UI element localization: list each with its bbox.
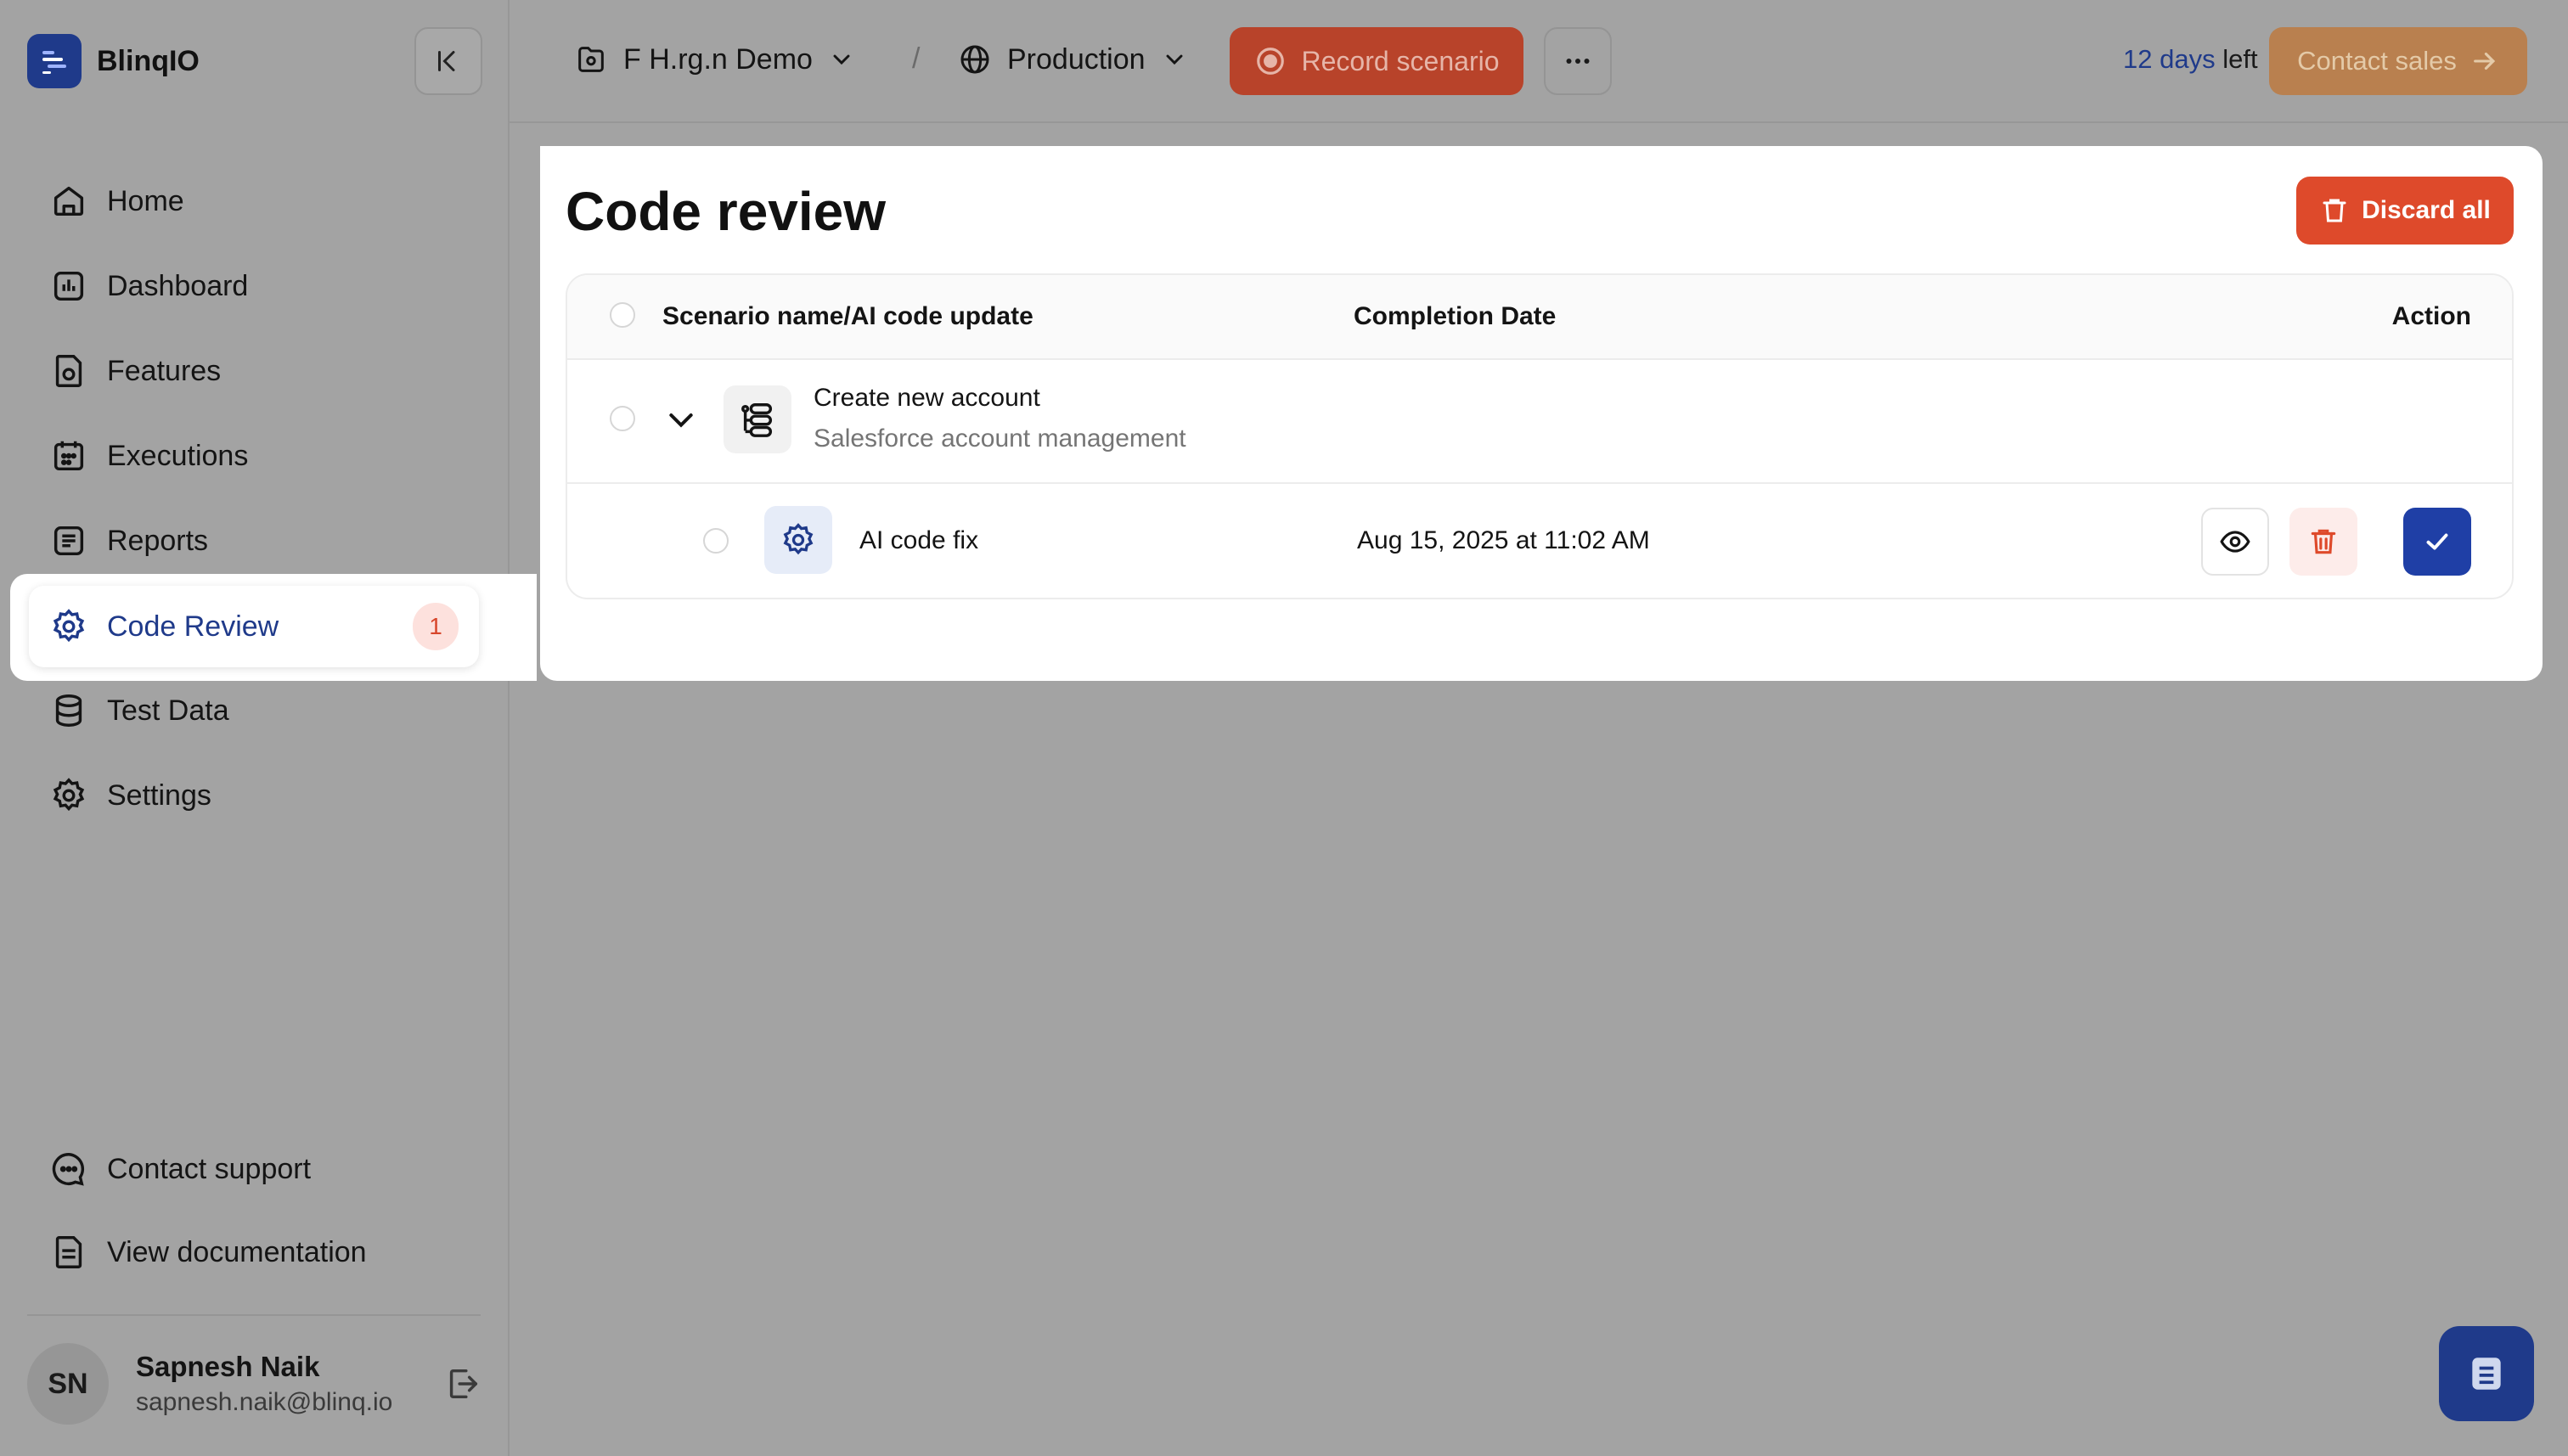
chat-widget-button[interactable] [2439,1326,2534,1421]
sidebar-item-reports[interactable]: Reports [49,521,208,560]
sidebar-item-features[interactable]: Features [49,351,221,391]
record-icon [1256,48,1284,75]
trial-suffix: left [2222,44,2258,74]
database-icon [55,694,82,727]
app-name: BlinqIO [97,44,200,77]
sidebar-item-executions[interactable]: Executions [49,436,248,475]
table-header: Scenario name/AI code update Completion … [567,275,2512,360]
column-scenario: Scenario name/AI code update [662,302,1033,330]
code-review-icon [53,609,85,643]
contact-support-label: Contact support [107,1152,312,1185]
trial-days-left: 12 days left [2123,44,2258,75]
globe-icon [960,45,989,74]
discard-all-label: Discard all [2362,196,2491,224]
sidebar-item-label: Home [107,184,184,217]
collapse-icon [438,51,455,71]
scenario-feature: Salesforce account management [814,424,1186,453]
update-date: Aug 15, 2025 at 11:02 AM [1357,526,1650,554]
discard-all-button[interactable]: Discard all [2296,177,2514,245]
record-label: Record scenario [1301,45,1500,76]
sidebar-item-label: Dashboard [107,269,249,302]
trash-icon [2323,199,2346,222]
chat-widget-icon [2472,1358,2501,1390]
collapse-sidebar-button[interactable] [414,27,482,95]
update-name: AI code fix [859,526,979,554]
column-action: Action [2391,302,2471,330]
chevron-down-icon [669,413,693,428]
project-selector[interactable]: F H.rg.n Demo [574,42,855,76]
sidebar-item-label: Test Data [107,694,229,727]
sidebar-item-dashboard[interactable]: Dashboard [49,267,248,306]
check-icon [2426,533,2448,550]
logout-button[interactable] [443,1364,482,1408]
sidebar-item-test-data[interactable]: Test Data [49,691,229,730]
sidebar-divider [27,1314,481,1316]
contact-sales-button[interactable]: Contact sales [2269,27,2527,95]
view-button[interactable] [2201,508,2269,576]
table-row-scenario[interactable]: Create new account Salesforce account ma… [567,358,2512,484]
chevron-down-icon [833,54,850,65]
more-icon [1566,59,1590,64]
project-name: F H.rg.n Demo [623,42,813,76]
scenario-icon-tile [724,385,791,453]
scenario-icon [741,403,773,437]
chevron-down-icon [1166,54,1183,65]
contact-sales-label: Contact sales [2297,46,2457,76]
breadcrumb-separator: / [912,42,921,75]
column-completion-date: Completion Date [1354,302,1557,330]
contact-support-link[interactable]: Contact support [49,1150,311,1189]
ai-fix-icon [783,523,814,555]
chat-icon [52,1153,85,1186]
eye-icon [2220,531,2250,553]
document-icon [55,1236,82,1268]
scenario-name: Create new account [814,384,1040,412]
record-scenario-button[interactable]: Record scenario [1230,27,1523,95]
sidebar-item-label: Settings [107,779,211,812]
trial-days: 12 days [2123,44,2216,74]
arrow-right-icon [2474,52,2496,70]
expand-toggle[interactable] [664,402,698,441]
sidebar-item-label: Features [107,354,222,387]
discard-button[interactable] [2289,508,2357,576]
view-documentation-label: View documentation [107,1235,367,1268]
sidebar-item-settings[interactable]: Settings [49,776,211,815]
table-row-update[interactable]: AI code fix Aug 15, 2025 at 11:02 AM [567,482,2512,598]
code-review-panel: Code review Discard all Scenario name/AI… [540,146,2543,681]
user-profile[interactable]: SN Sapnesh Naik sapnesh.naik@blinq.io [27,1343,392,1425]
trash-icon [2311,529,2336,554]
approve-button[interactable] [2403,508,2471,576]
calendar-icon [54,441,84,471]
app-logo[interactable]: BlinqIO [27,34,200,88]
row-checkbox[interactable] [610,406,635,431]
sidebar-item-home[interactable]: Home [49,182,184,221]
sidebar-item-label: Reports [107,524,209,557]
user-email: sapnesh.naik@blinq.io [136,1388,393,1416]
more-options-button[interactable] [1544,27,1612,95]
environment-selector[interactable]: Production [958,42,1188,76]
user-name: Sapnesh Naik [136,1351,320,1382]
features-icon [55,355,82,387]
row-checkbox[interactable] [703,528,729,554]
select-all-checkbox[interactable] [610,302,635,328]
dashboard-icon [54,271,84,301]
view-documentation-link[interactable]: View documentation [49,1233,367,1272]
logo-icon [27,34,82,88]
code-review-table: Scenario name/AI code update Completion … [566,273,2514,599]
logout-icon [449,1369,478,1399]
sidebar-item-label: Executions [107,439,249,472]
project-icon [578,47,604,72]
page-title: Code review [566,181,887,242]
gear-icon [53,778,85,812]
avatar: SN [27,1343,109,1425]
review-count-badge: 1 [413,603,459,650]
home-icon [54,186,84,216]
reports-icon [54,526,84,556]
sidebar-item-label: Code Review [107,610,279,643]
sidebar-item-code-review[interactable]: Code Review 1 [29,586,479,667]
ai-fix-icon-tile [764,506,832,574]
environment-name: Production [1007,42,1146,76]
sidebar: BlinqIO Home Dashboard Features Executio… [0,0,510,1456]
